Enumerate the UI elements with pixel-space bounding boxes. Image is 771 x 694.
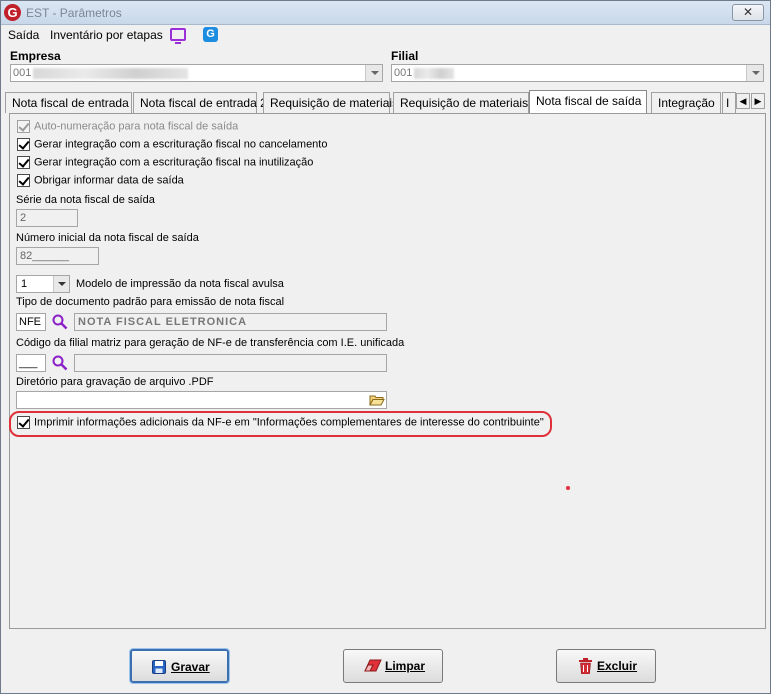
imprimir-info-checkbox[interactable] (17, 416, 30, 429)
serie-label: Série da nota fiscal de saída (16, 194, 155, 206)
chevron-down-icon[interactable] (365, 65, 382, 81)
save-disk-icon (152, 660, 166, 674)
app-logo-icon: G (4, 4, 21, 21)
parametros-window: G EST - Parâmetros ✕ Saída Inventário po… (0, 0, 771, 694)
tab-requisicao-materiais-2[interactable]: Requisição de materiais 2 (393, 92, 538, 113)
tab-nota-fiscal-entrada-2[interactable]: Nota fiscal de entrada 2 (133, 92, 267, 113)
tab-nota-fiscal-entrada[interactable]: Nota fiscal de entrada (5, 92, 132, 113)
tab-scroll-left-icon[interactable]: ◀ (736, 93, 750, 109)
menu-inventario-por-etapas[interactable]: Inventário por etapas (50, 28, 163, 42)
trash-icon (579, 658, 592, 674)
gravar-button[interactable]: Gravar (129, 648, 230, 684)
modelo-label: Modelo de impressão da nota fiscal avuls… (76, 278, 284, 290)
monitor-icon[interactable] (170, 28, 186, 44)
gerar-inutilizacao-checkbox[interactable] (17, 156, 30, 169)
gerar-inutilizacao-label: Gerar integração com a escrituração fisc… (34, 156, 314, 169)
folder-open-icon[interactable] (369, 393, 385, 407)
gerar-cancelamento-row: Gerar integração com a escrituração fisc… (17, 138, 327, 154)
auto-numeracao-checkbox[interactable] (17, 120, 30, 133)
tipo-documento-description: NOTA FISCAL ELETRONICA (74, 313, 387, 331)
obrigar-data-label: Obrigar informar data de saída (34, 174, 184, 187)
tab-nota-fiscal-saida[interactable]: Nota fiscal de saída (529, 90, 647, 114)
excluir-button[interactable]: Excluir (556, 649, 656, 683)
tab-integracao[interactable]: Integração (651, 92, 721, 113)
filial-redacted (414, 68, 454, 79)
numero-inicial-input[interactable]: 82______ (16, 247, 99, 265)
imprimir-info-row: Imprimir informações adicionais da NF-e … (17, 416, 544, 432)
limpar-label: Limpar (385, 659, 426, 673)
filial-label: Filial (391, 49, 419, 63)
gravar-label: Gravar (171, 660, 210, 674)
eraser-icon (364, 659, 382, 672)
auto-numeracao-row: Auto-numeração para nota fiscal de saída (17, 120, 238, 136)
numero-inicial-label: Número inicial da nota fiscal de saída (16, 232, 199, 244)
chevron-down-icon[interactable] (53, 276, 69, 292)
filial-matriz-description (74, 354, 387, 372)
annotation-dot (566, 486, 570, 490)
menu-bar: Saída Inventário por etapas (1, 25, 770, 46)
close-button[interactable]: ✕ (732, 4, 764, 21)
empresa-redacted (33, 68, 188, 79)
app-g-icon[interactable]: G (203, 27, 218, 42)
chevron-down-icon[interactable] (746, 65, 763, 81)
gerar-cancelamento-label: Gerar integração com a escrituração fisc… (34, 138, 328, 151)
tab-requisicao-materiais[interactable]: Requisição de materiais (263, 92, 398, 113)
obrigar-data-checkbox[interactable] (17, 174, 30, 187)
title-bar: G EST - Parâmetros ✕ (1, 1, 770, 25)
limpar-button[interactable]: Limpar (343, 649, 443, 683)
serie-input[interactable]: 2 (16, 209, 78, 227)
imprimir-info-label: Imprimir informações adicionais da NF-e … (34, 416, 544, 429)
filial-matriz-code-input[interactable]: ___ (16, 354, 46, 372)
tab-overflow[interactable]: I (722, 92, 736, 113)
filial-value: 001 (394, 67, 413, 79)
search-icon[interactable] (52, 355, 68, 371)
filial-select[interactable]: 001 (391, 64, 764, 82)
window-title: EST - Parâmetros (26, 6, 122, 20)
search-icon[interactable] (52, 314, 68, 330)
auto-numeracao-label: Auto-numeração para nota fiscal de saída (34, 120, 239, 133)
obrigar-data-row: Obrigar informar data de saída (17, 174, 184, 190)
diretorio-pdf-input[interactable] (16, 391, 387, 409)
filial-matriz-label: Código da filial matriz para geração de … (16, 337, 405, 349)
gerar-inutilizacao-row: Gerar integração com a escrituração fisc… (17, 156, 313, 172)
empresa-select[interactable]: 001 (10, 64, 383, 82)
tipo-documento-code-input[interactable]: NFE (16, 313, 46, 331)
tab-scroll-right-icon[interactable]: ▶ (751, 93, 765, 109)
empresa-label: Empresa (10, 49, 61, 63)
gerar-cancelamento-checkbox[interactable] (17, 138, 30, 151)
modelo-value: 1 (21, 278, 28, 290)
tipo-documento-label: Tipo de documento padrão para emissão de… (16, 296, 285, 308)
menu-saida[interactable]: Saída (8, 28, 39, 42)
empresa-value: 001 (13, 67, 32, 79)
modelo-select[interactable]: 1 (16, 275, 70, 293)
excluir-label: Excluir (597, 659, 638, 673)
diretorio-pdf-label: Diretório para gravação de arquivo .PDF (16, 376, 214, 388)
tab-strip: Nota fiscal de entrada Nota fiscal de en… (5, 90, 769, 114)
